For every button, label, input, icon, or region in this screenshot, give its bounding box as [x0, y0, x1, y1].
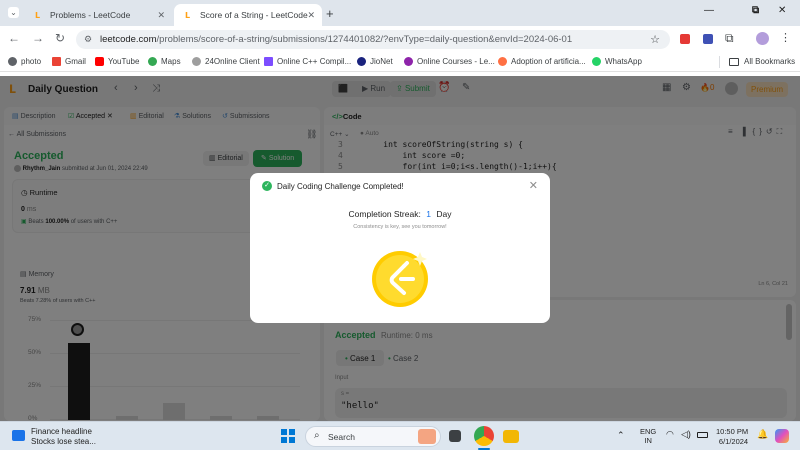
daily-challenge-modal: ✓ Daily Coding Challenge Completed! ✕ Co… [250, 173, 550, 323]
reload-icon[interactable]: ↻ [55, 32, 65, 44]
whatsapp-icon [592, 57, 601, 66]
lightning-icon [264, 57, 273, 66]
bookmarks-bar: photo Gmail YouTube Maps 24Online Client… [0, 52, 800, 72]
close-tab-icon[interactable]: ✕ [157, 10, 165, 21]
back-icon[interactable]: ← [8, 32, 20, 44]
windows-logo-pane [288, 429, 295, 436]
close-tab-icon[interactable]: ✕ [307, 10, 315, 21]
bookmark-whatsapp[interactable]: WhatsApp [592, 57, 642, 66]
folder-icon [729, 57, 739, 66]
extension-red-icon[interactable] [680, 34, 690, 44]
address-bar[interactable]: ⚙ leetcode.com/problems/score-of-a-strin… [76, 30, 670, 49]
wifi-icon[interactable]: ◠ [666, 429, 674, 440]
tab-problems[interactable]: ᒪ Problems - LeetCode ✕ [24, 4, 172, 26]
windows-logo-pane [288, 436, 295, 443]
maps-icon [148, 57, 157, 66]
tab-search-icon[interactable]: ⌄ [8, 7, 19, 18]
chrome-icon[interactable] [474, 426, 494, 446]
bookmark-24online[interactable]: 24Online Client [192, 57, 260, 66]
bookmark-adoption[interactable]: Adoption of artificia... [498, 57, 586, 66]
extensions-puzzle-icon[interactable]: ⧉ [725, 31, 734, 46]
task-view-icon[interactable] [449, 430, 461, 442]
youtube-icon [95, 57, 104, 66]
time: 10:50 PM [716, 427, 749, 436]
streak-value: 1 [426, 209, 431, 219]
windows-taskbar: Finance headline Stocks lose stea... ⌕ S… [0, 421, 800, 450]
bookmark-jionet[interactable]: JioNet [357, 57, 393, 66]
battery-icon[interactable] [697, 432, 708, 438]
document-icon [498, 57, 507, 66]
leetcode-favicon-icon: ᒪ [184, 10, 190, 20]
bookmarks-divider [719, 56, 720, 68]
new-tab-button[interactable]: + [326, 6, 334, 21]
modal-title: Daily Coding Challenge Completed! [277, 182, 404, 191]
browser-tab-strip: ⌄ ᒪ Problems - LeetCode ✕ ᒪ Score of a S… [0, 0, 800, 26]
windows-logo-icon [281, 429, 287, 436]
forward-icon[interactable]: → [32, 32, 44, 44]
consistency-message: Consistency is key, see you tomorrow! [353, 224, 447, 230]
extension-blue-icon[interactable] [703, 34, 713, 44]
courses-icon [404, 57, 413, 66]
notifications-bell-icon[interactable]: 🔔 [757, 429, 768, 440]
close-window-icon[interactable]: ✕ [778, 5, 786, 16]
bookmark-online-cpp[interactable]: Online C++ Compil... [264, 57, 351, 66]
clock[interactable]: 10:50 PM 6/1/2024 [716, 427, 748, 447]
bookmark-youtube[interactable]: YouTube [95, 57, 139, 66]
24online-icon [192, 57, 201, 66]
gmail-icon [52, 57, 61, 66]
bookmark-maps[interactable]: Maps [148, 57, 181, 66]
search-icon: ⌕ [314, 430, 320, 441]
tab-score-of-a-string[interactable]: ᒪ Score of a String - LeetCode ✕ [174, 4, 322, 26]
browser-toolbar: ← → ↻ ⚙ leetcode.com/problems/score-of-a… [0, 26, 800, 52]
all-bookmarks[interactable]: All Bookmarks [729, 57, 795, 66]
completion-streak: Completion Streak: 1 Day [348, 209, 452, 219]
start-button[interactable] [281, 429, 295, 443]
leetcode-favicon-icon: ᒪ [34, 10, 40, 20]
profile-avatar[interactable] [756, 32, 769, 45]
browser-menu-icon[interactable]: ⋮ [780, 31, 791, 44]
check-circle-icon: ✓ [262, 181, 272, 191]
taskbar-search[interactable]: ⌕ Search [305, 426, 441, 447]
news-title: Finance headline [31, 427, 92, 436]
tray-chevron-icon[interactable]: ⌃ [617, 430, 625, 441]
tab-title: Score of a String - LeetCode [200, 10, 308, 20]
photo-icon [8, 57, 17, 66]
language-indicator[interactable]: ENG IN [640, 427, 656, 445]
bookmark-star-icon[interactable]: ☆ [650, 33, 660, 46]
windows-logo-pane [281, 436, 287, 443]
close-modal-icon[interactable]: ✕ [529, 179, 538, 192]
copilot-icon[interactable] [775, 429, 789, 443]
site-info-icon[interactable]: ⚙ [84, 34, 92, 45]
search-highlight-icon [418, 429, 436, 444]
bookmark-photo[interactable]: photo [8, 57, 41, 66]
news-widget[interactable]: Finance headline Stocks lose stea... [10, 426, 130, 448]
minimize-icon[interactable]: — [704, 5, 714, 16]
bookmark-gmail[interactable]: Gmail [52, 57, 86, 66]
news-subtitle: Stocks lose stea... [31, 437, 96, 446]
tab-title: Problems - LeetCode [50, 10, 131, 20]
jio-icon [357, 57, 366, 66]
url-host: leetcode.com [100, 34, 157, 45]
volume-icon[interactable]: ◁) [681, 429, 691, 440]
url-path: /problems/score-of-a-string/submissions/… [156, 34, 573, 45]
file-explorer-icon[interactable] [503, 430, 519, 443]
search-placeholder: Search [328, 432, 355, 442]
bookmark-online-courses[interactable]: Online Courses - Le... [404, 57, 495, 66]
date: 6/1/2024 [718, 437, 749, 446]
finance-icon [12, 430, 25, 441]
maximize-icon[interactable]: ⧉ [752, 5, 759, 16]
leetcode-coin-icon [372, 251, 428, 307]
